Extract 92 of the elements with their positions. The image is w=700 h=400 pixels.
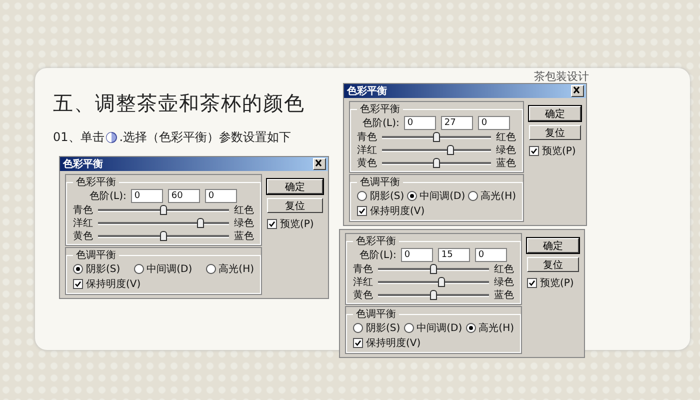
radio-button[interactable]: [73, 264, 83, 274]
group-label: 色调平衡: [75, 249, 117, 262]
tone-radio[interactable]: 高光(H): [206, 262, 254, 276]
slider-label: 红色: [234, 204, 254, 217]
checkbox[interactable]: [527, 278, 537, 288]
slider-label: 青色: [353, 262, 373, 276]
level-input[interactable]: 0: [478, 116, 510, 130]
step-text: 01、单击: [53, 129, 104, 146]
close-button[interactable]: [313, 158, 326, 170]
close-icon: [572, 86, 581, 94]
ok-button[interactable]: 确定: [267, 179, 323, 194]
checkbox[interactable]: [73, 279, 83, 289]
tone-radio[interactable]: 阴影(S): [353, 321, 400, 335]
level-input[interactable]: 0: [205, 189, 238, 203]
tone-radio[interactable]: 中间调(D): [404, 321, 462, 335]
checkbox[interactable]: [357, 206, 367, 216]
group-label: 色彩平衡: [355, 235, 397, 248]
group-label: 色调平衡: [355, 308, 397, 321]
level-input[interactable]: 0: [401, 248, 434, 262]
slider-label: 黄色: [357, 156, 377, 170]
tone-radio[interactable]: 阴影(S): [357, 189, 404, 203]
slider-label: 黄色: [353, 288, 373, 302]
preview-checkbox[interactable]: 预览(P): [267, 217, 323, 231]
level-input[interactable]: 0: [475, 248, 508, 262]
tone-radio[interactable]: 中间调(D): [406, 189, 466, 203]
checkbox[interactable]: [267, 219, 277, 229]
radio-button[interactable]: [404, 323, 414, 333]
heading: 五、调整茶壶和茶杯的颜色: [53, 90, 306, 117]
radio-button[interactable]: [406, 191, 417, 201]
preview-checkbox[interactable]: 预览(P): [527, 276, 579, 290]
preserve-luminosity-checkbox[interactable]: 保持明度(V): [353, 336, 514, 350]
step-text: .选择（色彩平衡）参数设置如下: [119, 129, 292, 146]
levels-label: 色阶(L):: [360, 249, 396, 262]
ok-button[interactable]: 确定: [529, 106, 581, 121]
reset-button[interactable]: 复位: [267, 198, 323, 213]
group-label: 色彩平衡: [359, 103, 401, 116]
slider-label: 蓝色: [496, 156, 516, 170]
slider-thumb[interactable]: [430, 264, 437, 274]
group-label: 色调平衡: [359, 176, 401, 189]
tone-radio[interactable]: 高光(H): [466, 321, 514, 335]
level-input[interactable]: 27: [441, 116, 474, 130]
slider-label: 黄色: [73, 230, 93, 243]
level-input[interactable]: 0: [404, 116, 436, 130]
close-icon: [314, 159, 323, 167]
ok-button[interactable]: 确定: [527, 238, 579, 253]
slider-thumb[interactable]: [197, 218, 204, 228]
slider-label: 洋红: [73, 217, 93, 230]
slider-label: 绿色: [496, 144, 516, 157]
slider-thumb[interactable]: [160, 230, 167, 240]
dialog-title: 色彩平衡: [347, 84, 387, 98]
slider-label: 红色: [496, 131, 516, 144]
reset-button[interactable]: 复位: [529, 125, 581, 140]
slider-thumb[interactable]: [433, 158, 440, 168]
radio-button[interactable]: [134, 264, 144, 274]
slider-thumb[interactable]: [160, 204, 167, 214]
slider-label: 绿色: [234, 217, 254, 230]
preview-checkbox[interactable]: 预览(P): [529, 144, 581, 158]
level-input[interactable]: 60: [168, 189, 200, 203]
dialog-title: 色彩平衡: [63, 158, 103, 171]
radio-button[interactable]: [466, 323, 476, 333]
slider-thumb[interactable]: [430, 290, 437, 300]
slider-label: 洋红: [353, 276, 373, 289]
slider-label: 蓝色: [234, 230, 254, 243]
slider-label: 青色: [357, 130, 377, 144]
checkbox[interactable]: [529, 146, 539, 156]
tone-radio[interactable]: 中间调(D): [134, 262, 192, 276]
slider-thumb[interactable]: [438, 276, 445, 286]
checkbox[interactable]: [353, 338, 363, 348]
radio-button[interactable]: [353, 323, 363, 333]
reset-button[interactable]: 复位: [527, 257, 579, 272]
tone-radio[interactable]: 阴影(S): [73, 262, 120, 276]
slider-label: 红色: [494, 263, 514, 276]
preserve-luminosity-checkbox[interactable]: 保持明度(V): [357, 204, 516, 218]
level-input[interactable]: 15: [438, 248, 470, 262]
slider-label: 洋红: [357, 144, 377, 157]
slider-label: 青色: [73, 204, 93, 217]
corner-title: 茶包装设计: [534, 69, 589, 82]
tone-radio[interactable]: 高光(H): [468, 189, 516, 203]
close-button[interactable]: [571, 85, 584, 97]
half-circle-icon: [106, 132, 118, 143]
slider-thumb[interactable]: [433, 132, 440, 142]
group-label: 色彩平衡: [75, 176, 117, 189]
radio-button[interactable]: [468, 191, 478, 201]
slider-label: 蓝色: [494, 288, 514, 302]
levels-label: 色阶(L):: [90, 190, 126, 203]
slider-label: 绿色: [494, 276, 514, 289]
radio-button[interactable]: [357, 191, 367, 201]
slider-thumb[interactable]: [446, 144, 454, 154]
preserve-luminosity-checkbox[interactable]: 保持明度(V): [73, 277, 254, 291]
radio-button[interactable]: [206, 264, 216, 274]
levels-label: 色阶(L):: [362, 117, 400, 130]
level-input[interactable]: 0: [131, 189, 164, 203]
